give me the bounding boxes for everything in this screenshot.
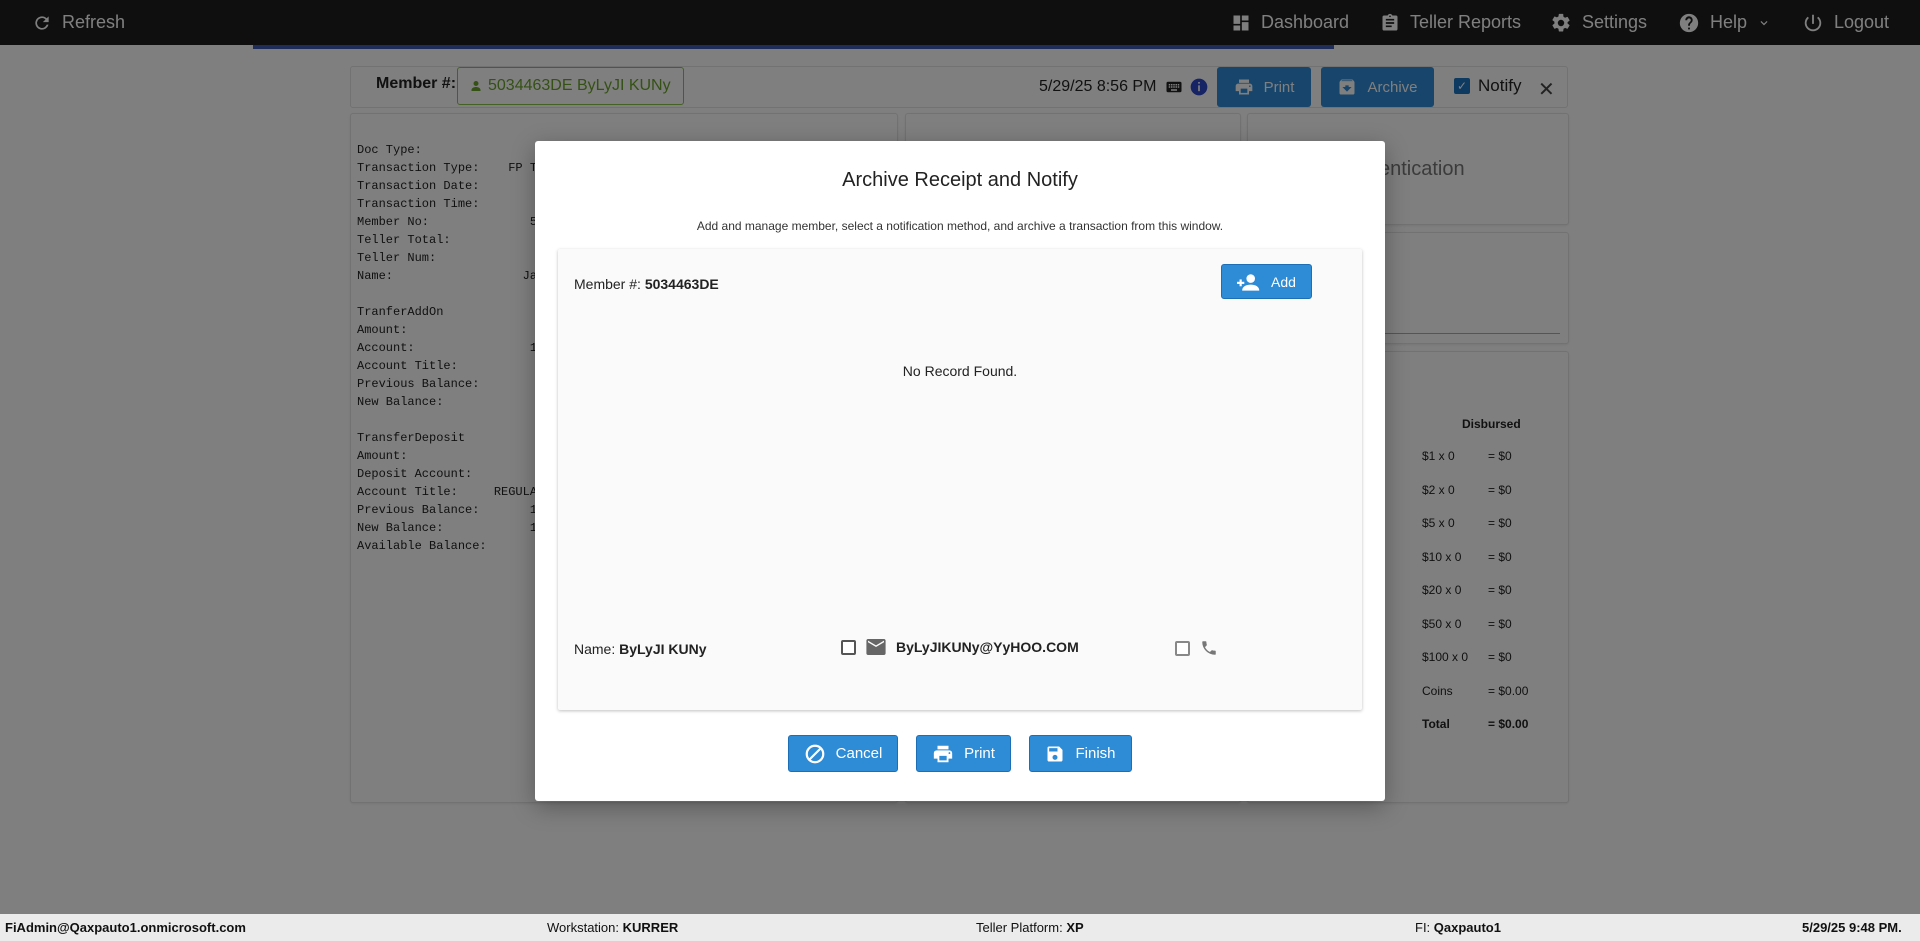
name-label: Name: [574, 641, 616, 657]
workstation-value: KURRER [622, 920, 679, 935]
status-workstation: Workstation: KURRER [547, 920, 678, 935]
mail-icon [866, 639, 886, 655]
modal-title: Archive Receipt and Notify [842, 169, 1078, 191]
archive-notify-modal: Archive Receipt and Notify Add and manag… [535, 141, 1385, 801]
email-notify-option: ByLyJIKUNy@YyHOO.COM [841, 639, 1079, 655]
workstation-label: Workstation: [547, 920, 620, 935]
modal-print-button[interactable]: Print [916, 735, 1011, 772]
modal-subtitle: Add and manage member, select a notifica… [696, 219, 1224, 233]
email-checkbox[interactable] [841, 639, 856, 655]
add-label: Add [1271, 273, 1296, 290]
phone-checkbox[interactable] [1175, 640, 1190, 656]
status-bar: FiAdmin@Qaxpauto1.onmicrosoft.com Workst… [0, 914, 1920, 941]
card-member-label: Member #: [574, 276, 641, 292]
platform-label: Teller Platform: [976, 920, 1063, 935]
fi-value: Qaxpauto1 [1433, 920, 1501, 935]
cancel-button[interactable]: Cancel [788, 735, 898, 772]
card-member-value: 5034463DE [644, 276, 719, 292]
add-member-button[interactable]: Add [1221, 264, 1312, 299]
save-icon [1047, 746, 1063, 761]
finish-button[interactable]: Finish [1029, 735, 1132, 772]
card-member-number: Member #: 5034463DE [574, 276, 719, 292]
modal-print-label: Print [964, 745, 995, 762]
card-member-name: Name: ByLyJI KUNy [574, 641, 707, 657]
member-card: Member #: 5034463DE Add No Record Found.… [558, 249, 1362, 710]
name-value: ByLyJI KUNy [619, 641, 707, 657]
status-user: FiAdmin@Qaxpauto1.onmicrosoft.com [5, 920, 246, 935]
printer-icon [933, 745, 953, 762]
phone-notify-option [1175, 639, 1218, 657]
cancel-icon [805, 744, 824, 763]
no-record-message: No Record Found. [902, 363, 1018, 379]
fi-label: FI: [1415, 920, 1431, 935]
status-platform: Teller Platform: XP [976, 920, 1084, 935]
status-datetime: 5/29/25 9:48 PM. [1802, 920, 1902, 935]
status-fi: FI: Qaxpauto1 [1415, 920, 1501, 935]
finish-label: Finish [1075, 745, 1116, 762]
platform-value: XP [1066, 920, 1084, 935]
add-person-icon [1237, 273, 1260, 291]
phone-icon [1202, 641, 1216, 655]
email-value: ByLyJIKUNy@YyHOO.COM [896, 639, 1079, 655]
cancel-label: Cancel [835, 745, 883, 762]
